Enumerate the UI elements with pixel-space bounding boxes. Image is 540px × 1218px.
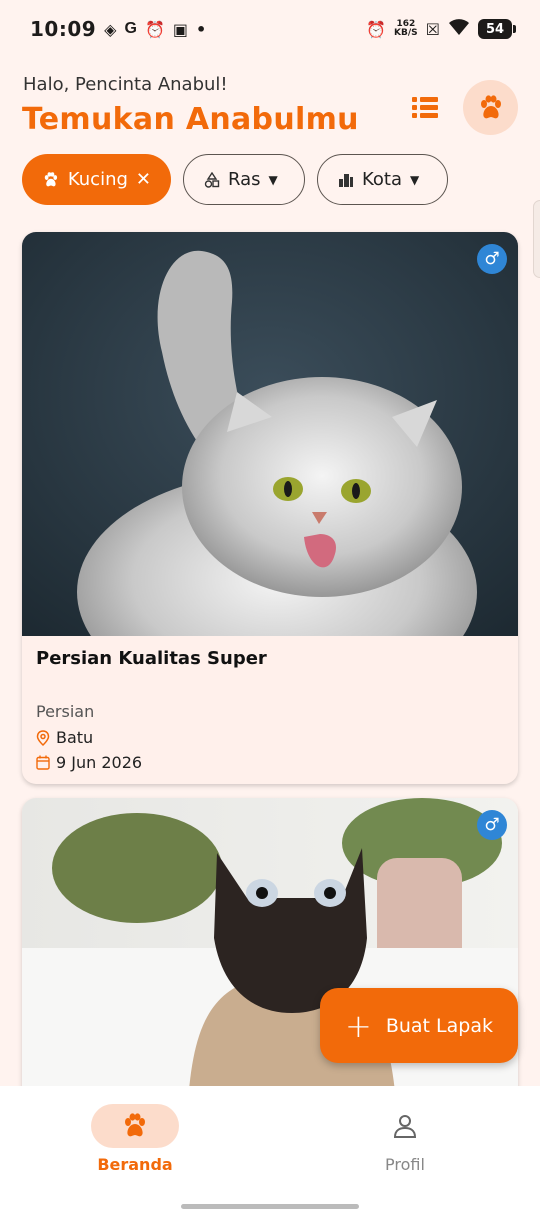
- wifi-icon: [448, 18, 470, 40]
- gender-male-badge: ♂: [477, 810, 507, 840]
- persian-cat-photo: [22, 232, 518, 636]
- clock: 10:09: [30, 17, 97, 41]
- paw-icon: [44, 171, 58, 186]
- filter-chip-kucing[interactable]: Kucing ✕: [22, 154, 171, 205]
- nav-label-profil: Profil: [385, 1155, 425, 1174]
- status-bar: 10:09 ◈ G ⏰ ▣ • ⏰ 162 KB/S ☒ 54: [0, 0, 540, 58]
- battery-indicator: 54: [478, 19, 516, 39]
- filter-chip-label: Kucing: [67, 169, 128, 190]
- close-icon[interactable]: ✕: [136, 169, 151, 190]
- alarm-icon: ⏰: [366, 19, 387, 39]
- filter-chip-kota[interactable]: Kota ▼: [317, 154, 448, 205]
- create-listing-label: Buat Lapak: [385, 1014, 493, 1037]
- nav-active-indicator: [91, 1104, 179, 1148]
- google-icon: G: [124, 20, 137, 37]
- create-listing-button[interactable]: + Buat Lapak: [320, 988, 518, 1063]
- nav-label-beranda: Beranda: [97, 1155, 173, 1174]
- network-speed-unit: KB/S: [394, 28, 418, 38]
- listing-date-text: 9 Jun 2026: [56, 753, 143, 772]
- gender-male-badge: ♂: [477, 244, 507, 274]
- location-pin-icon: [36, 729, 50, 746]
- dropdown-arrow-icon: ▼: [410, 172, 420, 187]
- vpn-diamond-icon: ◈: [104, 19, 117, 39]
- network-speed: 162 KB/S: [394, 20, 418, 38]
- status-left: 10:09 ◈ G ⏰ ▣ •: [30, 17, 206, 41]
- list-view-button[interactable]: [412, 92, 448, 122]
- male-symbol-icon: ♂: [484, 249, 500, 269]
- nav-icon-wrapper: [361, 1104, 449, 1148]
- paw-button[interactable]: [463, 80, 518, 135]
- calendar-icon: [36, 755, 50, 770]
- male-symbol-icon: ♂: [484, 815, 500, 835]
- listing-card[interactable]: ♂ Persian Kualitas Super Persian Batu 9 …: [22, 232, 518, 784]
- alarm-icon: ⏰: [144, 19, 165, 39]
- paw-icon: [480, 94, 501, 118]
- plus-icon: +: [345, 1006, 372, 1045]
- scroll-edge-handle[interactable]: [533, 200, 540, 278]
- greeting-text: Halo, Pencinta Anabul!: [23, 74, 228, 95]
- city-buildings-icon: [339, 173, 353, 187]
- listing-breed: Persian: [36, 702, 95, 721]
- category-shapes-icon: [204, 171, 220, 188]
- more-notifications-dot-icon: •: [195, 19, 207, 39]
- list-view-icon: [412, 96, 448, 102]
- person-icon: [393, 1115, 417, 1138]
- listing-title: Persian Kualitas Super: [36, 648, 267, 669]
- status-right: ⏰ 162 KB/S ☒ 54: [366, 18, 516, 40]
- listing-photo: ♂: [22, 798, 518, 1118]
- listing-photo: ♂: [22, 232, 518, 636]
- nav-item-profil[interactable]: Profil: [345, 1104, 465, 1174]
- no-sim-icon: ☒: [425, 19, 440, 39]
- filter-chip-label: Kota: [362, 169, 403, 190]
- filter-chips: Kucing ✕ Ras ▼ Kota ▼: [22, 154, 448, 205]
- battery-level: 54: [485, 21, 505, 37]
- listing-card[interactable]: ♂: [22, 798, 518, 1118]
- paw-icon: [125, 1113, 145, 1137]
- siamese-cat-photo: [22, 798, 518, 1118]
- nav-item-beranda[interactable]: Beranda: [75, 1104, 195, 1174]
- filter-chip-label: Ras: [228, 169, 261, 190]
- listing-city: Batu: [56, 728, 94, 747]
- filter-chip-ras[interactable]: Ras ▼: [183, 154, 305, 205]
- listing-location: Batu: [36, 728, 93, 747]
- app-notification-icon: ▣: [172, 19, 188, 39]
- dropdown-arrow-icon: ▼: [268, 172, 278, 187]
- bottom-navigation: Beranda Profil: [0, 1086, 540, 1218]
- home-gesture-bar[interactable]: [181, 1204, 359, 1209]
- listing-date: 9 Jun 2026: [36, 753, 142, 772]
- page-title: Temukan Anabulmu: [22, 102, 359, 137]
